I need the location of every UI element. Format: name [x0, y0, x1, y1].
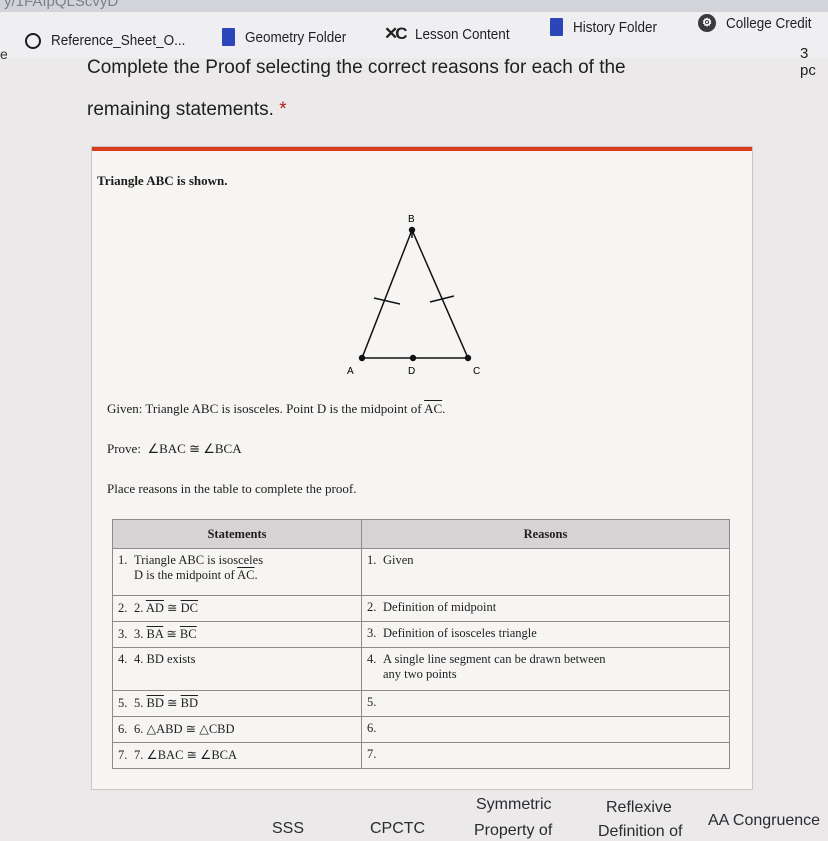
required-marker: * [279, 99, 287, 120]
reason-cell[interactable]: 4. A single line segment can be drawn bet… [361, 647, 730, 691]
table-row: 5. 5. BD ≅ BD 5. [112, 690, 730, 717]
choice-reflexive[interactable]: Reflexive [606, 799, 672, 817]
choice-aa-congruence[interactable]: AA Congruence [708, 812, 820, 830]
midpoint-d-point [409, 354, 417, 362]
vertex-a-point [358, 354, 366, 362]
url-fragment: y/1FAIpQLScvyD [4, 0, 119, 10]
answer-choices-area: Symmetric Reflexive AA Congruence SSS CP… [0, 790, 828, 840]
bookmark-label: College Credit [726, 14, 812, 32]
table-row: 7. 7. ∠BAC ≅ ∠BCA 7. [112, 742, 730, 769]
vertex-d-label: D [408, 366, 415, 376]
vertex-b-label: B [408, 214, 415, 225]
given-statement: Given: Triangle ABC is isosceles. Point … [107, 401, 446, 416]
table-row: 1. Triangle ABC is isosceles D is the mid… [112, 548, 730, 596]
table-instruction: Place reasons in the table to complete t… [107, 481, 357, 496]
choice-definition-of[interactable]: Definition of [598, 823, 683, 841]
reason-drop-zone[interactable]: 5. [361, 690, 730, 717]
reason-drop-zone[interactable]: 7. [361, 742, 730, 769]
reason-drop-zone[interactable]: 6. [361, 716, 730, 743]
prove-statement: Prove: ∠BAC ≅ ∠BCA [107, 441, 242, 456]
reason-cell[interactable]: 3. Definition of isosceles triangle [361, 621, 730, 648]
triangle-figure: B A D C [347, 214, 480, 376]
tick-mark-ab [373, 297, 401, 305]
question-image-panel: Triangle ABC is shown. B A D C Given: Tr… [92, 147, 752, 789]
bookmark-label: Geometry Folder [245, 28, 347, 46]
bookmark-label: Lesson Content [414, 25, 510, 43]
reason-cell[interactable]: 2. Definition of midpoint [361, 595, 730, 622]
side-bc [411, 229, 469, 359]
table-row: 6. 6. △ABD ≅ △CBD 6. [112, 716, 730, 743]
circle-icon [25, 32, 41, 49]
question-line-1: Complete the Proof selecting the correct… [87, 57, 626, 78]
bookmark-history-folder[interactable]: History Folder [550, 18, 666, 36]
bookmark-label: History Folder [573, 18, 658, 36]
bookmark-edge-char: e [0, 46, 8, 62]
proof-table: Statements Reasons 1. Triangle ABC is iso… [112, 519, 730, 769]
figure-intro: Triangle ABC is shown. [97, 173, 228, 188]
folder-icon [222, 28, 235, 46]
vertex-b-point [408, 226, 416, 234]
bookmark-geometry-folder[interactable]: Geometry Folder [222, 28, 358, 46]
choice-cpctc[interactable]: CPCTC [370, 820, 425, 838]
vertex-c-label: C [473, 366, 480, 376]
question-text: Complete the Proof selecting the correct… [87, 47, 727, 131]
cc-icon: ⚙ [698, 14, 716, 32]
vertex-a-label: A [347, 366, 354, 376]
bookmark-college-credit[interactable]: ⚙ College Credit [698, 14, 821, 32]
vertex-c-point [464, 354, 472, 362]
statements-header: Statements [112, 519, 362, 549]
table-row: 3. 3. BA ≅ BC 3. Definition of isosceles t… [112, 621, 730, 648]
reasons-header: Reasons [361, 519, 730, 549]
bookmark-lesson-content[interactable]: ✕C Lesson Content [384, 24, 520, 44]
table-row: 2. 2. AD ≅ DC 2. Definition of midpoint [112, 595, 730, 622]
question-points: 3 pc [800, 45, 816, 79]
side-ab [361, 229, 413, 359]
table-row: 4. 4. BD exists 4. A single line segment c… [112, 647, 730, 691]
question-line-2: remaining statements. [87, 99, 274, 120]
reason-cell[interactable]: 1. Given [361, 548, 730, 596]
choice-sss[interactable]: SSS [272, 820, 304, 838]
choice-property-of[interactable]: Property of [474, 822, 552, 840]
browser-top-strip: y/1FAIpQLScvyD [0, 0, 828, 12]
choice-symmetric[interactable]: Symmetric [476, 796, 552, 814]
x-logo-icon: ✕C [384, 24, 407, 43]
folder-icon [550, 18, 563, 36]
